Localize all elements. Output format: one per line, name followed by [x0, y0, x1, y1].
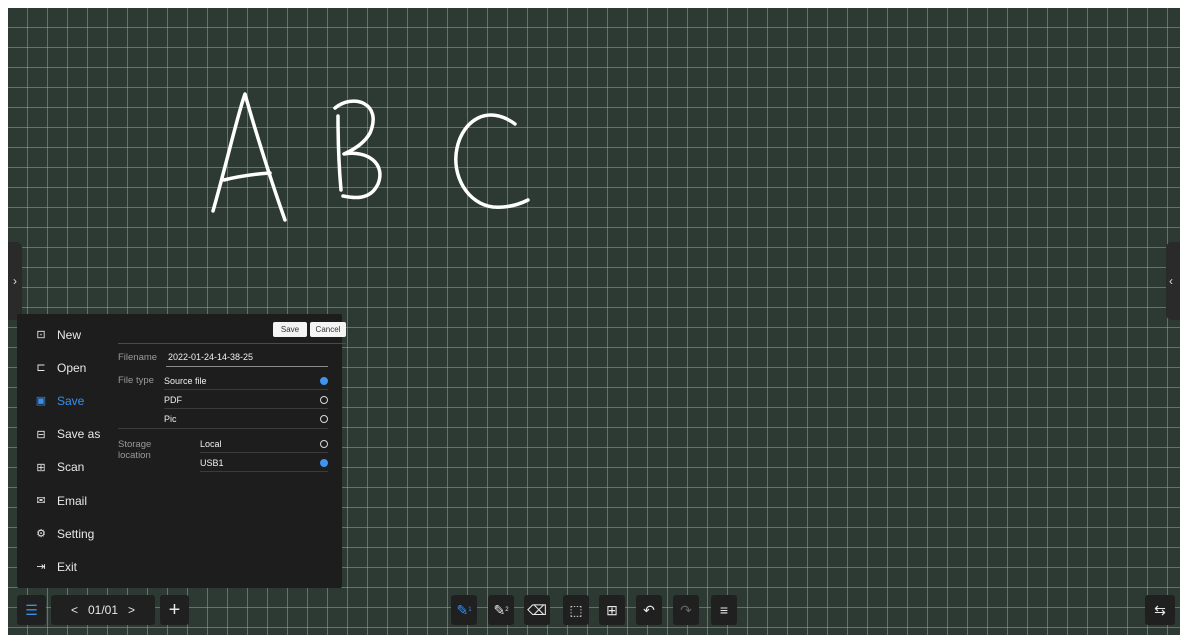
storage-local-radio[interactable]	[320, 440, 328, 448]
gear-icon: ⚙	[36, 528, 46, 541]
insert-icon: ⊞	[606, 601, 618, 618]
storage-option-label: Local	[200, 439, 222, 449]
storage-label: Storage	[118, 439, 152, 450]
menu-item-label: Setting	[57, 526, 95, 541]
swap-arrows-icon: ⇆	[1154, 601, 1166, 618]
eraser-button[interactable]: ⌫	[524, 595, 550, 625]
list-icon: ☰	[25, 601, 38, 618]
toolbar-switch-button[interactable]: ⇆	[1145, 595, 1175, 625]
menu-item-label: Exit	[57, 559, 78, 574]
save-button[interactable]: Save	[273, 322, 307, 337]
menu-item-label: Save	[57, 393, 85, 408]
storage-label: location	[118, 450, 151, 461]
more-menu-button[interactable]: ≡	[711, 595, 737, 625]
lasso-select-button[interactable]: ⬚	[563, 595, 589, 625]
undo-button[interactable]: ↶	[636, 595, 662, 625]
chevron-left-icon: ‹	[1169, 274, 1173, 288]
qr-scan-icon: ⊞	[36, 461, 46, 474]
filetype-pic-radio[interactable]	[320, 415, 328, 423]
menu-item-label: Email	[57, 493, 88, 508]
cancel-button[interactable]: Cancel	[310, 322, 346, 337]
menu-list-button[interactable]: ☰	[17, 595, 46, 625]
menu-item-open[interactable]: ⊏ Open	[17, 351, 117, 384]
divider	[200, 452, 328, 453]
right-panel-toggle[interactable]: ‹	[1166, 242, 1180, 320]
email-icon: ✉	[36, 495, 46, 508]
page-navigation: ☰ < 01/01 > +	[17, 595, 189, 625]
pen-1-button[interactable]: ✎ 1	[451, 595, 477, 625]
prev-page-icon[interactable]: <	[61, 603, 88, 617]
pen-2-button[interactable]: ✎ 2	[488, 595, 514, 625]
menu-item-exit[interactable]: ⇥ Exit	[17, 550, 117, 583]
menu-item-label: Scan	[57, 460, 85, 475]
left-panel-toggle[interactable]: ›	[8, 242, 22, 320]
add-page-button[interactable]: +	[160, 595, 189, 625]
storage-usb1-radio[interactable]	[320, 459, 328, 467]
filename-label: Filename	[118, 352, 158, 363]
pen-index-label: 1	[468, 607, 472, 613]
menu-item-setting[interactable]: ⚙ Setting	[17, 517, 117, 550]
filename-underline	[166, 366, 328, 367]
menu-item-save-as[interactable]: ⊟ Save as	[17, 418, 117, 451]
undo-icon: ↶	[643, 601, 655, 618]
divider	[164, 389, 328, 390]
new-file-icon: ⊡	[36, 329, 46, 342]
page-indicator: 01/01	[87, 603, 119, 617]
exit-icon: ⇥	[36, 561, 46, 574]
divider	[118, 343, 346, 344]
filetype-label: File type	[118, 375, 154, 386]
filetype-option-label: Source file	[164, 376, 207, 386]
pen-index-label: 2	[505, 607, 509, 613]
pen-1-icon: ✎	[456, 601, 469, 618]
divider	[200, 471, 328, 472]
plus-icon: +	[168, 598, 181, 621]
pen-2-icon: ✎	[493, 601, 506, 618]
menu-item-email[interactable]: ✉ Email	[17, 484, 117, 517]
menu-item-new[interactable]: ⊡ New	[17, 318, 117, 351]
divider	[118, 428, 328, 429]
save-icon: ▣	[35, 395, 47, 408]
divider	[164, 408, 328, 409]
next-page-icon[interactable]: >	[118, 603, 145, 617]
more-menu-icon: ≡	[719, 602, 729, 618]
folder-open-icon: ⊏	[36, 362, 46, 375]
menu-item-scan[interactable]: ⊞ Scan	[17, 451, 117, 484]
file-menu-panel: ⊡ New ⊏ Open ▣ Save ⊟ Save as ⊞ Scan ✉ Email ⚙ Settin…	[17, 314, 346, 588]
filename-input[interactable]: 2022-01-24-14-38-25	[168, 352, 253, 362]
save-form: Save Cancel Filename 2022-01-24-14-38-25…	[118, 314, 346, 588]
save-as-icon: ⊟	[36, 428, 46, 441]
insert-button[interactable]: ⊞	[599, 595, 625, 625]
storage-option-label: USB1	[200, 458, 224, 468]
lasso-select-icon: ⬚	[569, 601, 583, 618]
filetype-source-radio[interactable]	[320, 377, 328, 385]
page-control: < 01/01 >	[51, 595, 155, 625]
redo-button[interactable]: ↷	[673, 595, 699, 625]
menu-item-label: Open	[57, 360, 87, 375]
menu-item-label: New	[57, 327, 82, 342]
file-menu-list: ⊡ New ⊏ Open ▣ Save ⊟ Save as ⊞ Scan ✉ Email ⚙ Settin…	[17, 318, 117, 584]
redo-icon: ↷	[680, 601, 692, 618]
menu-item-label: Save as	[57, 427, 101, 442]
filetype-option-label: Pic	[164, 414, 177, 424]
menu-item-save[interactable]: ▣ Save	[17, 384, 117, 417]
filetype-option-label: PDF	[164, 395, 182, 405]
filetype-pdf-radio[interactable]	[320, 396, 328, 404]
eraser-icon: ⌫	[527, 601, 547, 618]
chevron-right-icon: ›	[13, 274, 17, 288]
